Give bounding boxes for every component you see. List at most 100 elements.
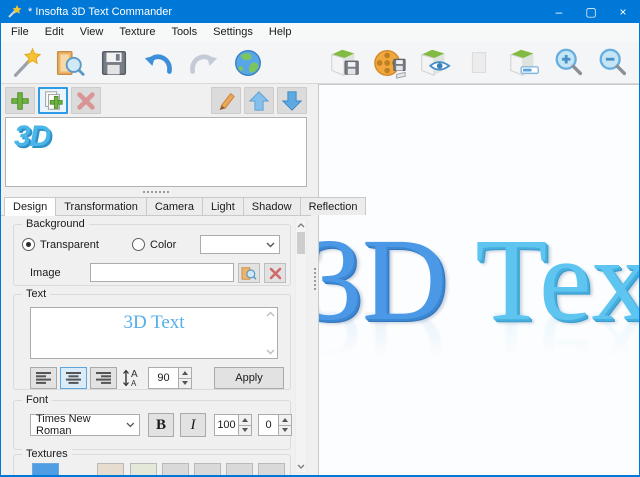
image-path-input[interactable]	[90, 263, 234, 282]
menu-help[interactable]: Help	[261, 24, 300, 41]
scroll-down-icon[interactable]	[266, 349, 275, 355]
delete-object-button[interactable]	[71, 87, 101, 114]
spin-up-button[interactable]	[178, 367, 192, 379]
open-project-button[interactable]	[51, 44, 89, 82]
font-size-spinner[interactable]: 100	[214, 414, 252, 436]
menu-tools[interactable]: Tools	[163, 24, 205, 41]
menu-settings[interactable]: Settings	[205, 24, 261, 41]
save-button[interactable]	[95, 44, 133, 82]
new-wizard-button[interactable]	[6, 44, 44, 82]
move-down-button[interactable]	[277, 87, 307, 114]
browse-folder-icon	[241, 266, 257, 281]
duplicate-object-button[interactable]	[38, 87, 68, 114]
align-left-button[interactable]	[30, 367, 57, 389]
clear-image-button[interactable]	[264, 263, 286, 283]
browse-image-button[interactable]	[238, 263, 260, 283]
undo-button[interactable]	[140, 44, 178, 82]
spin-down-button[interactable]	[278, 426, 292, 437]
scrollbar-up-icon[interactable]	[296, 220, 306, 230]
tab-shadow[interactable]: Shadow	[243, 197, 301, 215]
text-size-spinner[interactable]: 90	[148, 367, 192, 389]
app-window: * Insofta 3D Text Commander – ▢ × File E…	[0, 0, 640, 477]
text-content-area[interactable]: 3D Text	[30, 307, 278, 359]
disabled-tool-button	[460, 44, 498, 82]
publish-progress-icon	[507, 46, 541, 80]
edit-object-button[interactable]	[211, 87, 241, 114]
canvas-3d-text: 3DText	[318, 221, 639, 339]
arrow-up-icon	[248, 90, 270, 112]
tab-design[interactable]: Design	[4, 197, 56, 216]
preview-canvas[interactable]: 3DText 3DText	[318, 84, 639, 475]
tab-reflection[interactable]: Reflection	[300, 197, 367, 215]
scrollbar-down-icon[interactable]	[296, 461, 306, 471]
plus-icon	[9, 90, 31, 112]
move-up-button[interactable]	[244, 87, 274, 114]
website-button[interactable]	[229, 44, 267, 82]
svg-text:A: A	[131, 379, 137, 388]
texture-swatch[interactable]	[162, 463, 189, 475]
italic-button[interactable]: I	[180, 413, 206, 437]
minimize-button[interactable]: –	[543, 0, 575, 23]
vertical-splitter[interactable]	[311, 84, 318, 475]
transparent-radio[interactable]: Transparent	[22, 238, 99, 251]
texture-swatch[interactable]	[226, 463, 253, 475]
tab-camera[interactable]: Camera	[146, 197, 203, 215]
object-list-item[interactable]: 3D	[14, 120, 50, 154]
spin-up-button[interactable]	[278, 414, 292, 426]
panel-scrollbar[interactable]	[295, 218, 307, 473]
add-object-button[interactable]	[5, 87, 35, 114]
background-group: Background Transparent Color Image	[13, 224, 291, 286]
object-list[interactable]: 3D	[5, 117, 307, 187]
horizontal-splitter[interactable]	[1, 187, 311, 196]
menu-edit[interactable]: Edit	[37, 24, 72, 41]
align-center-button[interactable]	[60, 367, 87, 389]
menu-file[interactable]: File	[3, 24, 37, 41]
color-radio[interactable]: Color	[132, 238, 176, 251]
preview-button[interactable]	[416, 44, 454, 82]
char-spacing-spinner[interactable]: 0	[258, 414, 292, 436]
zoom-out-button[interactable]	[594, 44, 632, 82]
font-group-label: Font	[22, 394, 52, 406]
export-animation-button[interactable]	[371, 44, 409, 82]
chevron-down-icon	[266, 242, 275, 248]
textures-group-label: Textures	[22, 448, 72, 460]
scrollbar-thumb[interactable]	[297, 232, 305, 254]
align-right-button[interactable]	[90, 367, 117, 389]
design-tab-panel: Background Transparent Color Image	[1, 215, 311, 475]
duplicate-icon	[42, 90, 64, 112]
align-center-icon	[66, 372, 82, 384]
texture-swatch[interactable]	[194, 463, 221, 475]
magic-wand-icon	[8, 46, 42, 80]
bold-button[interactable]: B	[148, 413, 174, 437]
spin-up-button[interactable]	[238, 414, 252, 426]
spin-down-button[interactable]	[178, 379, 192, 390]
background-color-select[interactable]	[200, 235, 280, 254]
spin-down-button[interactable]	[238, 426, 252, 437]
redo-button[interactable]	[185, 44, 223, 82]
font-family-select[interactable]: Times New Roman	[30, 414, 140, 436]
texture-swatch[interactable]	[97, 463, 124, 475]
maximize-button[interactable]: ▢	[575, 0, 607, 23]
window-title: * Insofta 3D Text Commander	[28, 6, 172, 18]
tab-strip: Design Transformation Camera Light Shado…	[1, 196, 311, 215]
align-right-icon	[96, 372, 112, 384]
menu-texture[interactable]: Texture	[111, 24, 163, 41]
tab-light[interactable]: Light	[202, 197, 244, 215]
export-image-button[interactable]	[326, 44, 364, 82]
main-toolbar	[1, 42, 639, 84]
redo-arrow-icon	[186, 46, 220, 80]
canvas-word-text: Text	[475, 214, 639, 345]
apply-button[interactable]: Apply	[214, 367, 284, 389]
texture-swatch[interactable]	[32, 463, 59, 475]
scroll-up-icon[interactable]	[266, 311, 275, 317]
publish-button[interactable]	[505, 44, 543, 82]
font-family-value: Times New Roman	[36, 413, 126, 437]
texture-swatch[interactable]	[258, 463, 285, 475]
close-button[interactable]: ×	[607, 0, 639, 23]
zoom-in-button[interactable]	[550, 44, 588, 82]
texture-swatch[interactable]	[130, 463, 157, 475]
tab-transformation[interactable]: Transformation	[55, 197, 147, 215]
object-toolbar	[1, 84, 311, 117]
menu-view[interactable]: View	[72, 24, 112, 41]
zoom-out-icon	[596, 46, 630, 80]
